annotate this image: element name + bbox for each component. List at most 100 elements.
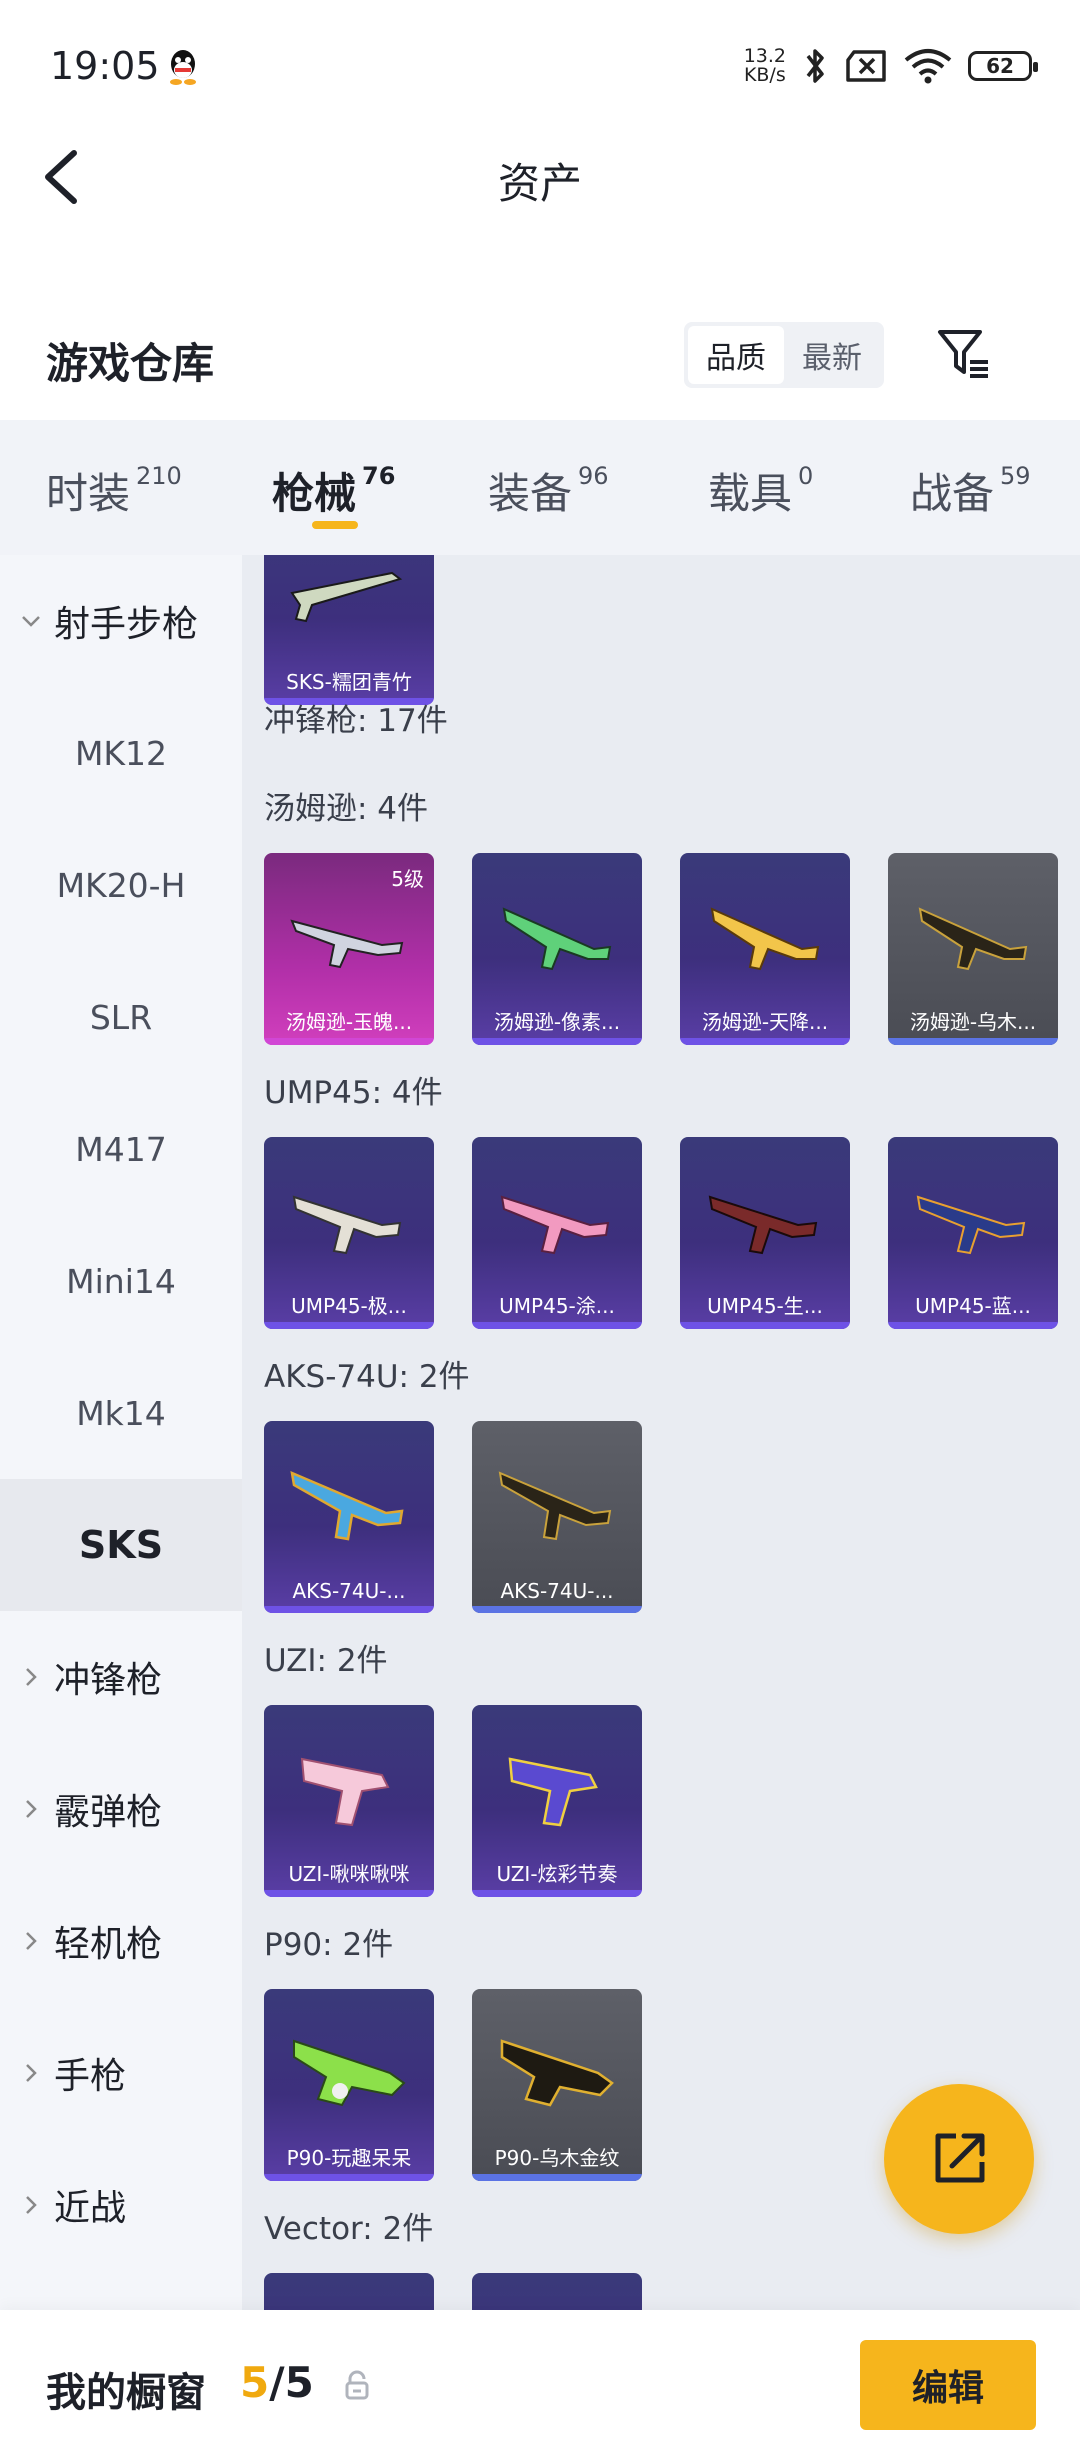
sidebar-item-sks[interactable]: SKS — [0, 1479, 242, 1611]
weapon-name: AKS-74U-... — [500, 1579, 614, 1603]
weapon-card[interactable]: AKS-74U-... — [472, 1421, 642, 1613]
weapon-card[interactable] — [472, 2273, 642, 2310]
weapon-card[interactable]: 汤姆逊-乌木... — [888, 853, 1058, 1045]
showcase-title: 我的橱窗 — [46, 2370, 206, 2416]
battery-icon: 62 — [968, 51, 1038, 81]
sidebar-group-pistol[interactable]: 手枪 — [0, 2007, 242, 2139]
tab-supplies[interactable]: 战备 59 — [910, 460, 1031, 521]
net-speed: 13.2 KB/s — [744, 47, 786, 85]
tab-count: 59 — [1000, 462, 1031, 490]
weapon-card[interactable]: 5级 汤姆逊-玉魄... — [264, 853, 434, 1045]
sidebar-group-label: 手枪 — [54, 2056, 127, 2097]
weapon-name: 汤姆逊-玉魄... — [285, 1010, 413, 1034]
share-button[interactable] — [884, 2084, 1034, 2234]
lock-icon — [345, 2370, 369, 2400]
rarity-bar — [472, 1890, 642, 1897]
showcase-separator: / — [269, 2358, 285, 2407]
weapon-grid: SKS-糯团青竹 冲锋枪: 17件 汤姆逊: 4件 5级 汤姆逊-玉魄... 汤… — [242, 555, 1080, 2310]
chevron-right-icon — [26, 2196, 37, 2214]
smg-icon — [916, 1195, 1026, 1255]
rarity-bar — [472, 1322, 642, 1329]
group-header-aks74u: AKS-74U: 2件 — [264, 1359, 470, 1395]
category-tab-bar: 时装 210 枪械 76 装备 96 载具 0 战备 59 — [0, 420, 1080, 555]
weapon-card[interactable]: P90-乌木金纹 — [472, 1989, 642, 2181]
weapon-name: 汤姆逊-像素... — [493, 1010, 621, 1034]
sidebar-group-label: 轻机枪 — [54, 1924, 163, 1965]
weapon-card[interactable]: UMP45-涂... — [472, 1137, 642, 1329]
tab-label: 战备 — [910, 469, 995, 518]
p90-icon — [500, 2039, 614, 2107]
showcase-total: 5 — [284, 2358, 314, 2407]
qq-icon — [170, 50, 196, 85]
tab-label: 装备 — [488, 469, 573, 518]
group-header-smg: 冲锋枪: 17件 — [264, 703, 448, 739]
group-header-p90: P90: 2件 — [264, 1927, 394, 1963]
rarity-bar — [264, 1890, 434, 1897]
rarity-bar — [264, 2174, 434, 2181]
chevron-right-icon — [26, 2064, 37, 2082]
weapon-name: UZI-炫彩节奏 — [496, 1862, 618, 1886]
sort-newest-option[interactable]: 最新 — [784, 326, 880, 384]
smg-icon — [502, 907, 612, 971]
weapon-card[interactable]: UZI-炫彩节奏 — [472, 1705, 642, 1897]
weapon-card[interactable]: SKS-糯团青竹 — [264, 555, 434, 705]
weapon-name: P90-玩趣呆呆 — [286, 2146, 412, 2170]
sidebar-group-lmg[interactable]: 轻机枪 — [0, 1875, 242, 2007]
uzi-icon — [508, 1757, 598, 1827]
rifle-icon — [290, 571, 403, 623]
status-bar: 19:05 13.2 KB/s 62 — [0, 0, 1080, 135]
weapon-card[interactable]: P90-玩趣呆呆 — [264, 1989, 434, 2181]
sidebar-item-mini14[interactable]: Mini14 — [0, 1215, 242, 1347]
sidebar-item-mk12[interactable]: MK12 — [0, 687, 242, 819]
weapon-card[interactable]: UMP45-蓝... — [888, 1137, 1058, 1329]
rarity-bar — [680, 1322, 850, 1329]
tab-count: 210 — [136, 462, 182, 490]
rarity-bar — [264, 1038, 434, 1045]
sidebar-item-mk20h[interactable]: MK20-H — [0, 819, 242, 951]
sidebar-item-mk14[interactable]: Mk14 — [0, 1347, 242, 1479]
weapon-name: UMP45-极... — [291, 1294, 407, 1318]
sidebar-item-m417[interactable]: M417 — [0, 1083, 242, 1215]
rarity-bar — [472, 2174, 642, 2181]
rarity-bar — [680, 1038, 850, 1045]
smg-icon — [290, 919, 404, 969]
sort-toggle: 品质 最新 — [684, 322, 884, 388]
sidebar-group-shotgun[interactable]: 霰弹枪 — [0, 1743, 242, 1875]
sidebar-item-slr[interactable]: SLR — [0, 951, 242, 1083]
weapon-card[interactable]: UMP45-极... — [264, 1137, 434, 1329]
tab-fashion[interactable]: 时装 210 — [46, 460, 182, 521]
weapon-card[interactable]: UMP45-生... — [680, 1137, 850, 1329]
filter-icon[interactable] — [936, 326, 992, 382]
group-header-thompson: 汤姆逊: 4件 — [264, 791, 429, 827]
page-title: 资产 — [497, 159, 582, 208]
showcase-counter: 5/5 — [240, 2358, 314, 2407]
edit-button[interactable]: 编辑 — [860, 2340, 1036, 2430]
weapon-name: SKS-糯团青竹 — [286, 670, 412, 694]
weapon-card[interactable]: 汤姆逊-天降... — [680, 853, 850, 1045]
status-time: 19:05 — [50, 44, 160, 88]
sidebar-group-smg[interactable]: 冲锋枪 — [0, 1611, 242, 1743]
weapon-card[interactable]: 汤姆逊-像素... — [472, 853, 642, 1045]
weapon-card[interactable]: AKS-74U-... — [264, 1421, 434, 1613]
smg-icon — [710, 907, 820, 971]
weapon-card[interactable] — [264, 2273, 434, 2310]
showcase-bar: 我的橱窗 5/5 编辑 — [0, 2310, 1080, 2460]
sidebar-group-melee[interactable]: 近战 — [0, 2139, 242, 2271]
tab-weapons[interactable]: 枪械 76 — [272, 460, 395, 521]
chevron-right-icon — [26, 1668, 37, 1686]
bluetooth-icon — [806, 49, 824, 83]
sidebar-group-label: 近战 — [54, 2188, 127, 2229]
wifi-icon — [904, 49, 952, 84]
sidebar-group-marksman[interactable]: 射手步枪 — [0, 555, 242, 687]
tab-equipment[interactable]: 装备 96 — [488, 460, 609, 521]
smg-icon — [918, 907, 1028, 971]
weapon-name: AKS-74U-... — [292, 1579, 406, 1603]
chevron-right-icon — [26, 1800, 37, 1818]
rarity-bar — [888, 1322, 1058, 1329]
tab-vehicles[interactable]: 载具 0 — [708, 460, 813, 521]
p90-icon — [293, 2039, 406, 2107]
sort-quality-option[interactable]: 品质 — [688, 326, 784, 384]
rarity-bar — [472, 1606, 642, 1613]
tab-label: 载具 — [708, 469, 793, 518]
weapon-card[interactable]: UZI-啾咪啾咪 — [264, 1705, 434, 1897]
